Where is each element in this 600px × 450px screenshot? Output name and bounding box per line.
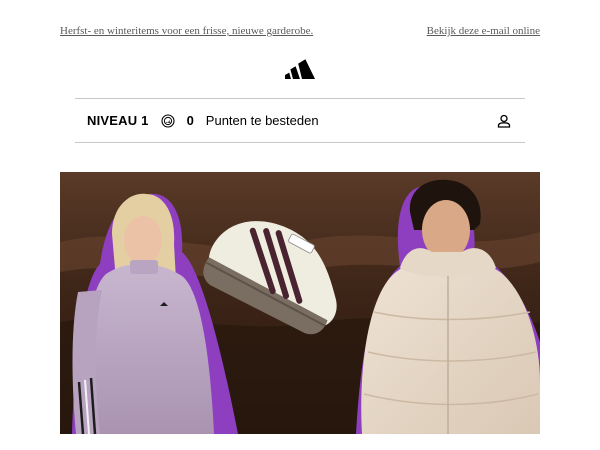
preheader-tagline-link[interactable]: Herfst- en winteritems voor een frisse, … bbox=[60, 25, 313, 37]
view-online-link[interactable]: Bekijk deze e-mail online bbox=[427, 25, 540, 37]
loyalty-bar: NIVEAU 1 0 Punten te besteden bbox=[75, 98, 525, 143]
hero-image bbox=[60, 172, 540, 434]
brand-header bbox=[0, 57, 600, 81]
adidas-logo-icon[interactable] bbox=[285, 58, 315, 80]
preheader: Herfst- en winteritems voor een frisse, … bbox=[60, 23, 540, 39]
user-account-icon[interactable] bbox=[496, 113, 512, 129]
hero-banner[interactable] bbox=[60, 172, 540, 434]
points-coin-icon bbox=[161, 113, 175, 128]
points-balance: 0 bbox=[186, 113, 194, 128]
membership-level: NIVEAU 1 bbox=[87, 113, 149, 128]
points-label: Punten te besteden bbox=[205, 113, 319, 128]
